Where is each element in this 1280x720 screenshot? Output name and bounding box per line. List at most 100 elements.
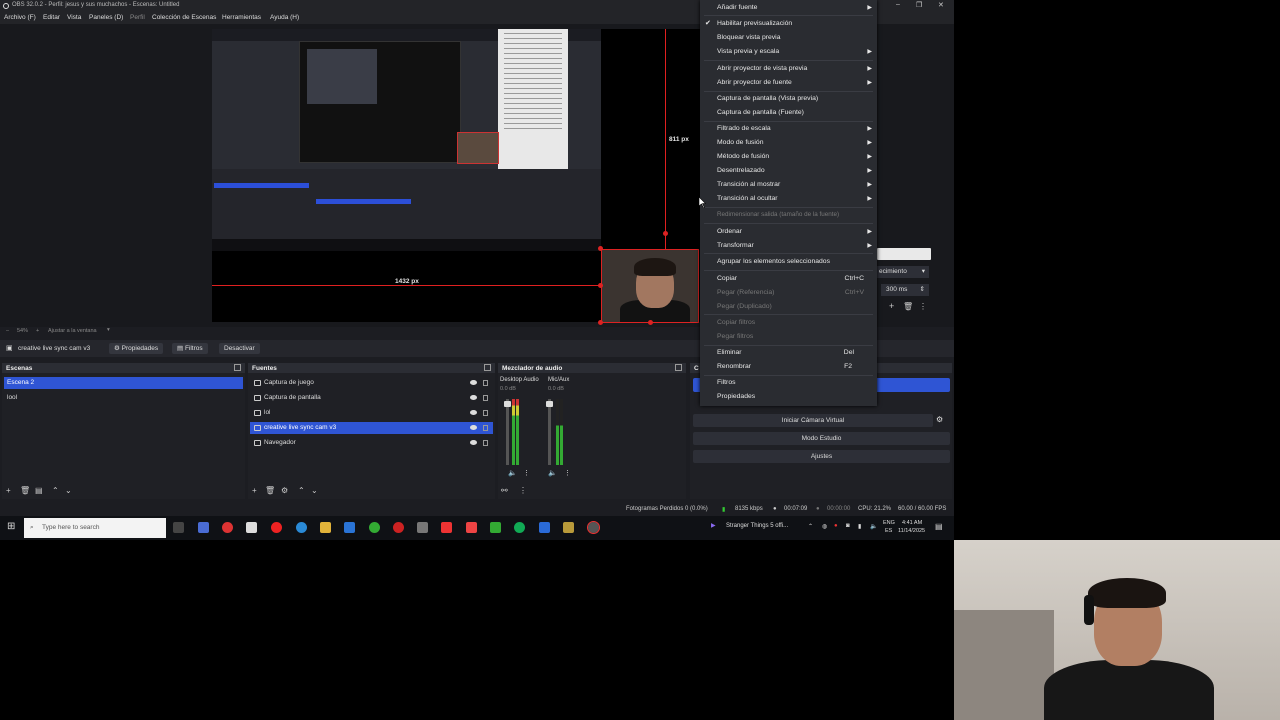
app-icon[interactable] xyxy=(563,522,574,533)
volume-handle[interactable] xyxy=(546,401,553,407)
speaker-icon[interactable]: 🔈 xyxy=(870,523,877,530)
add-source-icon[interactable]: + xyxy=(252,486,257,495)
source-item[interactable]: Navegador xyxy=(250,437,493,449)
more-icon[interactable]: ⋮ xyxy=(919,302,927,311)
clock-time[interactable]: 4:41 AM xyxy=(902,520,922,526)
tray-icon[interactable]: ◙ xyxy=(846,523,850,529)
menu-item-deinterlace[interactable]: Desentrelazado ▶ xyxy=(717,166,872,176)
tray-icon[interactable]: ● xyxy=(834,523,838,529)
scene-item[interactable]: lool xyxy=(4,392,243,404)
menu-item-hide-transition[interactable]: Transición al ocultar ▶ xyxy=(717,194,872,204)
source-item[interactable]: Captura de juego xyxy=(250,377,493,389)
brave-icon[interactable] xyxy=(466,522,477,533)
eye-icon[interactable] xyxy=(470,410,477,415)
menu-item-blend-mode[interactable]: Modo de fusión ▶ xyxy=(717,138,872,148)
resize-handle-tl[interactable] xyxy=(598,246,603,251)
menu-item-source-projector[interactable]: Abrir proyector de fuente ▶ xyxy=(717,78,872,88)
trash-icon[interactable]: 🗑 xyxy=(903,302,913,311)
menu-vista[interactable]: Vista xyxy=(67,14,81,21)
resize-handle-bl[interactable] xyxy=(598,320,603,325)
menu-item-transform[interactable]: Transformar ▶ xyxy=(717,241,872,251)
filter-icon[interactable]: ▤ xyxy=(35,486,43,495)
rotate-handle[interactable] xyxy=(663,231,668,236)
gear-icon[interactable]: ⚙ xyxy=(281,486,288,495)
menu-item-paste-reference[interactable]: Pegar (Referencia) Ctrl+V xyxy=(717,288,872,298)
music-icon[interactable] xyxy=(441,522,452,533)
obs-icon[interactable] xyxy=(587,521,600,534)
resize-handle-l[interactable] xyxy=(598,283,603,288)
eye-icon[interactable] xyxy=(470,425,477,430)
transition-select[interactable]: ecimiento ▾ xyxy=(877,266,929,278)
minimize-button[interactable]: – xyxy=(896,1,900,8)
menu-item-blend-method[interactable]: Método de fusión ▶ xyxy=(717,152,872,162)
lock-icon[interactable] xyxy=(483,395,488,401)
virtual-camera-button[interactable]: Iniciar Cámara Virtual xyxy=(693,414,933,427)
sheets-icon[interactable] xyxy=(490,522,501,533)
undock-icon[interactable] xyxy=(675,364,682,371)
menu-item-copy-filters[interactable]: Copiar filtros xyxy=(717,318,872,328)
menu-item-rename[interactable]: Renombrar F2 xyxy=(717,362,872,372)
settings-button[interactable]: Ajustes xyxy=(693,450,950,463)
resize-handle-b[interactable] xyxy=(648,320,653,325)
menu-item-filters[interactable]: Filtros xyxy=(717,378,872,388)
menu-item-add-source[interactable]: Añadir fuente ▶ xyxy=(717,3,872,13)
duration-spinbox[interactable]: 300 ms ⇕ xyxy=(881,284,929,296)
menu-item-screenshot-source[interactable]: Captura de pantalla (Fuente) xyxy=(717,108,872,118)
more-icon[interactable]: ⋮ xyxy=(564,469,571,477)
menu-herramientas[interactable]: Herramientas xyxy=(222,14,261,21)
lock-icon[interactable] xyxy=(483,410,488,416)
app-icon[interactable] xyxy=(417,522,428,533)
windows-start-icon[interactable]: ⊞ xyxy=(7,521,15,532)
menu-item-preview-scale[interactable]: Vista previa y escala ▶ xyxy=(717,47,872,57)
store-icon[interactable] xyxy=(246,522,257,533)
menu-ayuda[interactable]: Ayuda (H) xyxy=(270,14,299,21)
lock-icon[interactable] xyxy=(483,380,488,386)
more-icon[interactable]: ⋮ xyxy=(519,486,527,495)
speaker-icon[interactable]: 🔈 xyxy=(508,469,517,477)
menu-perfil[interactable]: Perfil xyxy=(130,14,145,21)
zoom-out-icon[interactable]: – xyxy=(6,328,9,334)
language[interactable]: ENG xyxy=(883,520,895,526)
source-item[interactable]: lol xyxy=(250,407,493,419)
menu-item-order[interactable]: Ordenar ▶ xyxy=(717,227,872,237)
microphone-icon[interactable]: ▮ xyxy=(858,523,861,530)
studio-mode-button[interactable]: Modo Estudio xyxy=(693,432,950,445)
menu-item-show-transition[interactable]: Transición al mostrar ▶ xyxy=(717,180,872,190)
menu-editar[interactable]: Editar xyxy=(43,14,60,21)
filters-button[interactable]: ▤ Filtros xyxy=(172,343,208,354)
media-title[interactable]: Stranger Things 5 offi... xyxy=(726,523,788,529)
lock-icon[interactable] xyxy=(483,440,488,446)
zoom-in-icon[interactable]: + xyxy=(36,328,39,334)
file-explorer-icon[interactable] xyxy=(320,522,331,533)
tray-icon[interactable]: ◍ xyxy=(822,523,827,530)
shield-icon[interactable] xyxy=(539,522,550,533)
upwork-icon[interactable] xyxy=(514,522,525,533)
mail-icon[interactable] xyxy=(344,522,355,533)
menu-item-group[interactable]: Agrupar los elementos seleccionados xyxy=(717,257,872,267)
menu-item-paste-duplicate[interactable]: Pegar (Duplicado) xyxy=(717,302,872,312)
chrome-icon[interactable] xyxy=(369,522,380,533)
menu-item-scale-filter[interactable]: Filtrado de escala ▶ xyxy=(717,124,872,134)
menu-item-screenshot-preview[interactable]: Captura de pantalla (Vista previa) xyxy=(717,94,872,104)
notification-icon[interactable]: ▤ xyxy=(935,522,943,531)
chevron-down-icon[interactable]: ▾ xyxy=(107,327,110,333)
undock-icon[interactable] xyxy=(484,364,491,371)
remove-source-icon[interactable]: 🗑 xyxy=(265,486,275,495)
transitions-name-field[interactable] xyxy=(877,248,931,260)
scene-item[interactable]: Escena 2 xyxy=(4,377,243,389)
move-down-icon[interactable]: ⌄ xyxy=(311,486,318,495)
menu-item-paste-filters[interactable]: Pegar filtros xyxy=(717,332,872,342)
volume-slider[interactable] xyxy=(548,399,551,465)
zoom-fit-button[interactable]: Ajustar a la ventana xyxy=(48,328,97,334)
menu-item-resize-output[interactable]: Redimensionar salida (tamaño de la fuent… xyxy=(717,210,872,220)
menu-item-enable-preview[interactable]: ✔ Habilitar previsualización xyxy=(705,19,872,29)
add-icon[interactable]: + xyxy=(889,301,894,311)
menu-item-preview-projector[interactable]: Abrir proyector de vista previa ▶ xyxy=(717,64,872,74)
edge-icon[interactable] xyxy=(296,522,307,533)
webcam-source-selected[interactable] xyxy=(601,249,699,323)
menu-item-properties[interactable]: Propiedades xyxy=(717,392,872,402)
speaker-icon[interactable]: 🔈 xyxy=(548,469,557,477)
screen-capture-source[interactable] xyxy=(212,29,601,251)
more-icon[interactable]: ⋮ xyxy=(523,469,530,477)
undock-icon[interactable] xyxy=(234,364,241,371)
